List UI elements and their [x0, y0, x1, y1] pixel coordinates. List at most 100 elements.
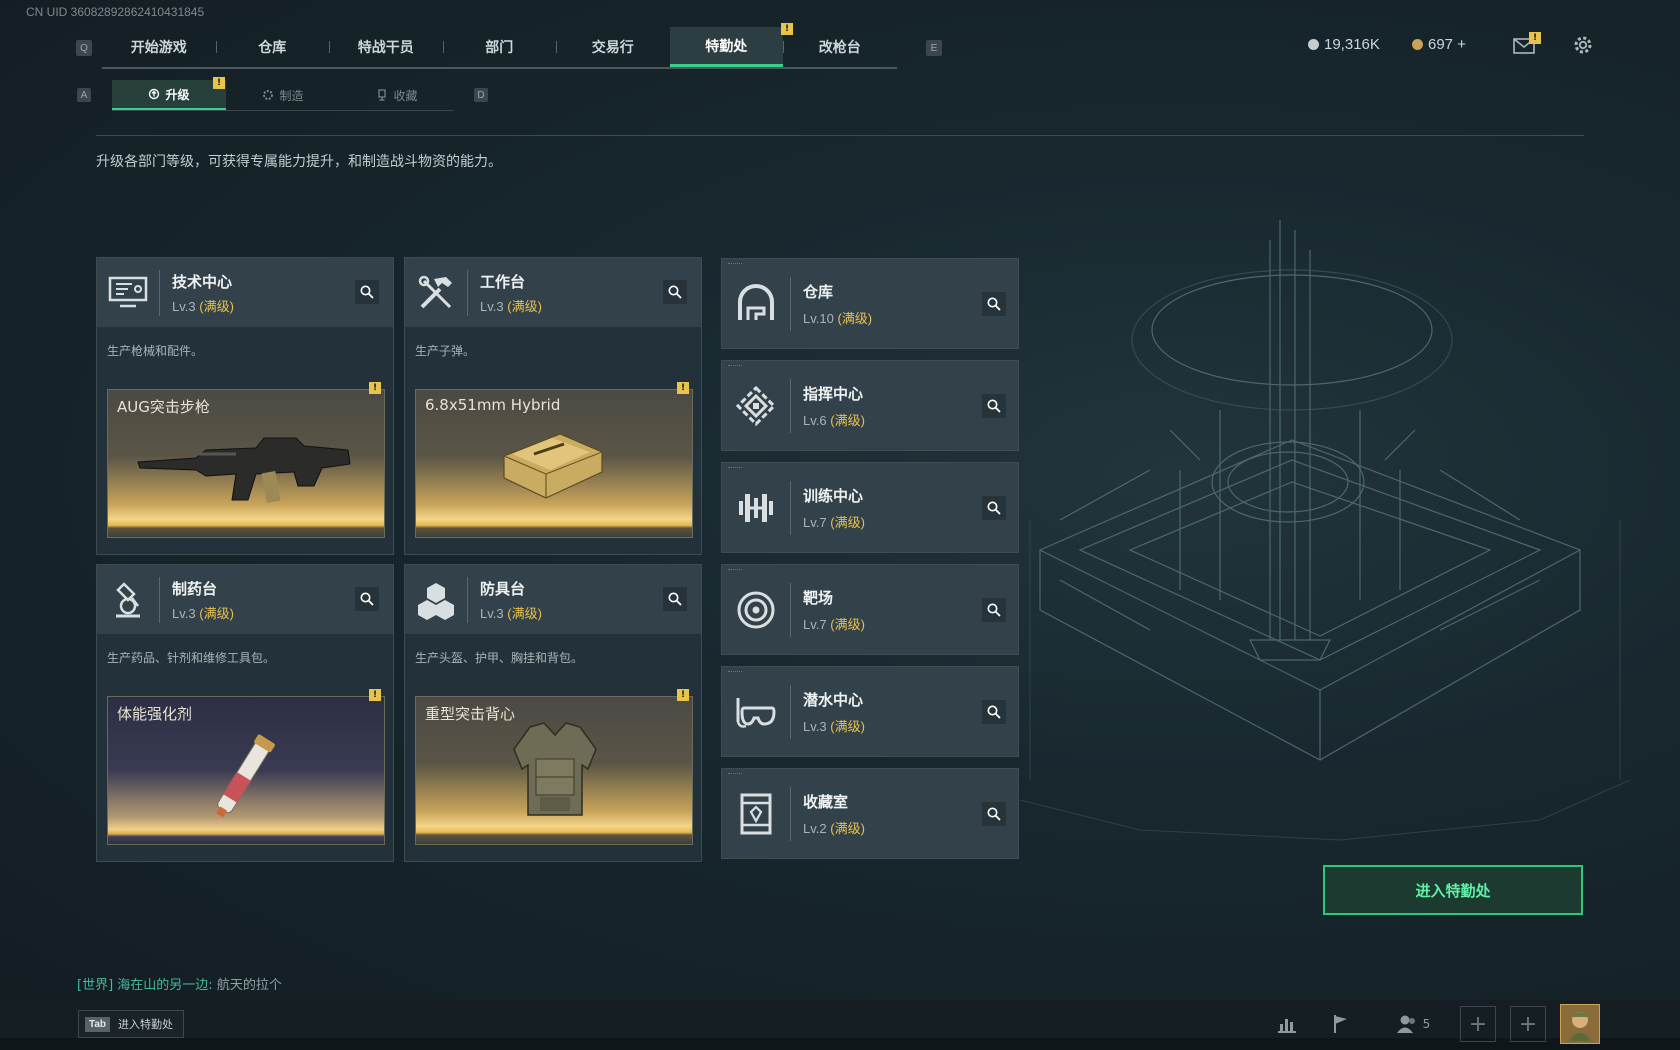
max-level-tag: (满级)	[830, 514, 865, 530]
facility-training-center[interactable]: 训练中心 Lv.7 (满级)	[721, 462, 1019, 553]
subtab-collection-label: 收藏	[393, 88, 418, 103]
syringe-image	[216, 734, 275, 818]
silver-amount: 19,316K	[1324, 36, 1380, 53]
upgrade-icon	[149, 88, 160, 100]
facility-name: 靶场	[803, 588, 834, 607]
magnifier-search-icon[interactable]	[982, 496, 1006, 520]
facility-level: Lv.2	[803, 820, 827, 836]
top-nav: 开始游戏 仓库 特战干员 部门 交易行 特勤处 改枪台	[102, 27, 897, 69]
facility-diving-center[interactable]: 潜水中心 Lv.3 (满级)	[721, 666, 1019, 757]
hammer-icon	[405, 258, 467, 327]
facility-level: Lv.10	[803, 310, 834, 326]
subtab-craft[interactable]: 制造	[226, 80, 340, 110]
dept-description: 生产药品、针剂和维修工具包。	[107, 651, 276, 665]
facility-name: 潜水中心	[803, 690, 864, 709]
silver-currency: 19,316K	[1308, 36, 1380, 53]
player-uid: CN UID 36082892862410431845	[26, 5, 205, 19]
facility-collection-room[interactable]: 收藏室 Lv.2 (满级)	[721, 768, 1019, 859]
cubes-icon	[405, 565, 467, 634]
tab-special-ops[interactable]: 特勤处	[669, 27, 783, 67]
gold-amount: 697 +	[1428, 36, 1466, 53]
magnifier-search-icon[interactable]	[663, 280, 687, 304]
max-level-tag: (满级)	[507, 605, 542, 621]
crafting-item-slot[interactable]: 体能强化剂	[107, 696, 385, 845]
max-level-tag: (满级)	[830, 412, 865, 428]
chat-text: 航天的拉个	[216, 978, 282, 993]
upgrade-badge: !	[213, 77, 225, 89]
tab-operators[interactable]: 特战干员	[329, 27, 443, 67]
microscope-icon	[97, 565, 159, 634]
dept-card-tech-center[interactable]: 技术中心 Lv.3 (满级) 生产枪械和配件。 AUG突击步枪 !	[96, 257, 394, 555]
friends-button[interactable]: 5	[1390, 1006, 1436, 1042]
tab-hint-label: 进入特勤处	[118, 1018, 174, 1031]
avatar-portrait-icon	[1569, 1012, 1591, 1041]
dept-description: 生产头盔、护甲、胸挂和背包。	[415, 651, 584, 665]
settings-gear-icon[interactable]	[1572, 34, 1594, 60]
dept-level: Lv.3	[172, 298, 196, 314]
gear-icon	[263, 90, 274, 100]
dept-card-header: 工作台 Lv.3 (满级)	[405, 258, 701, 327]
divider	[96, 135, 1584, 136]
base-blueprint-illustration	[1020, 220, 1630, 841]
gold-currency[interactable]: 697 +	[1412, 36, 1466, 53]
vest-image	[513, 722, 597, 816]
subtab-upgrade[interactable]: 升级	[112, 80, 226, 110]
dept-level: Lv.3	[480, 298, 504, 314]
chat-user: 海在山的另一边:	[117, 978, 213, 993]
add-slot-button-1[interactable]: +	[1460, 1006, 1496, 1042]
friends-icon	[1396, 1015, 1415, 1033]
magnifier-search-icon[interactable]	[982, 394, 1006, 418]
facility-shooting-range[interactable]: 靶场 Lv.7 (满级)	[721, 564, 1019, 655]
facility-command-center[interactable]: 指挥中心 Lv.6 (满级)	[721, 360, 1019, 451]
crafting-item-slot[interactable]: 6.8x51mm Hybrid	[415, 389, 693, 538]
plus-icon: +	[1460, 1006, 1496, 1042]
dept-card-pharmacy[interactable]: 制药台 Lv.3 (满级) 生产药品、针剂和维修工具包。 体能强化剂 !	[96, 564, 394, 862]
facility-name: 仓库	[803, 282, 834, 301]
magnifier-search-icon[interactable]	[982, 292, 1006, 316]
dept-name: 制药台	[172, 579, 218, 598]
magnifier-search-icon[interactable]	[982, 802, 1006, 826]
crafting-item-name: AUG突击步枪	[117, 398, 210, 416]
tab-trade[interactable]: 交易行	[556, 27, 670, 67]
tab-hint[interactable]: Tab 进入特勤处	[78, 1010, 185, 1038]
add-slot-button-2[interactable]: +	[1510, 1006, 1546, 1042]
item-badge: !	[369, 382, 381, 394]
gold-coin-icon	[1412, 39, 1423, 50]
flag-icon[interactable]	[1326, 1006, 1356, 1042]
crafting-item-name: 6.8x51mm Hybrid	[425, 396, 561, 414]
command-icon	[722, 361, 790, 450]
dumbbell-icon	[722, 463, 790, 552]
stats-chart-icon[interactable]	[1272, 1006, 1302, 1042]
warehouse-icon	[722, 259, 790, 348]
tab-start-game[interactable]: 开始游戏	[102, 27, 216, 67]
tab-department[interactable]: 部门	[442, 27, 557, 67]
magnifier-search-icon[interactable]	[982, 598, 1006, 622]
magnifier-search-icon[interactable]	[982, 700, 1006, 724]
item-badge: !	[369, 689, 381, 701]
dept-card-header: 防具台 Lv.3 (满级)	[405, 565, 701, 634]
crafting-item-slot[interactable]: AUG突击步枪	[107, 389, 385, 538]
dept-level: Lv.3	[172, 605, 196, 621]
facility-name: 指挥中心	[803, 384, 864, 403]
player-avatar[interactable]	[1560, 1004, 1600, 1044]
crafting-item-slot[interactable]: 重型突击背心	[415, 696, 693, 845]
key-hint-d: D	[474, 88, 488, 102]
tab-gunsmith[interactable]: 改枪台	[783, 27, 897, 67]
magnifier-search-icon[interactable]	[355, 587, 379, 611]
subtab-collection[interactable]: 收藏	[340, 80, 454, 110]
magnifier-search-icon[interactable]	[355, 280, 379, 304]
chat-message[interactable]: [世界] 海在山的另一边: 航天的拉个	[77, 974, 282, 993]
dept-card-armor-bench[interactable]: 防具台 Lv.3 (满级) 生产头盔、护甲、胸挂和背包。 重型突击背心 !	[404, 564, 702, 862]
key-hint-q: Q	[76, 40, 92, 56]
notification-badge: !	[781, 23, 793, 35]
magnifier-search-icon[interactable]	[663, 587, 687, 611]
facility-warehouse[interactable]: 仓库 Lv.10 (满级)	[721, 258, 1019, 349]
plus-icon: +	[1510, 1006, 1546, 1042]
dept-level: Lv.3	[480, 605, 504, 621]
trophy-icon	[378, 89, 387, 101]
dept-card-workbench[interactable]: 工作台 Lv.3 (满级) 生产子弹。 6.8x51mm Hybrid !	[404, 257, 702, 555]
tab-warehouse[interactable]: 仓库	[215, 27, 330, 67]
subtab-upgrade-label: 升级	[165, 87, 190, 102]
tab-key: Tab	[85, 1016, 111, 1032]
enter-special-ops-button[interactable]: 进入特勤处	[1323, 865, 1583, 915]
